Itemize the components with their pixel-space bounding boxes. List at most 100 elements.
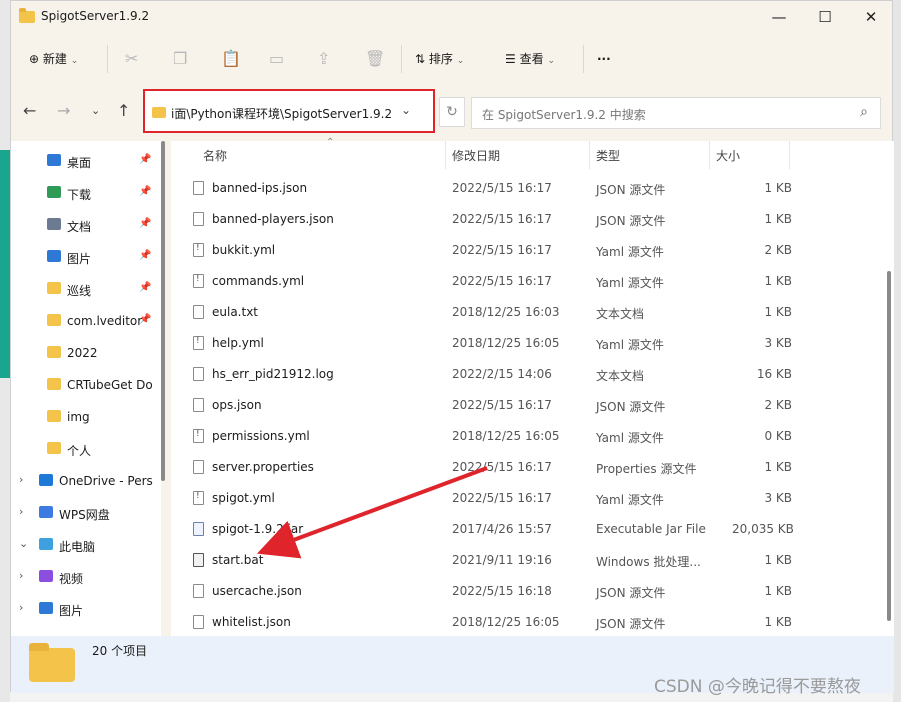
view-button[interactable]: ☰ 查看 ⌄ [505, 47, 555, 71]
column-header-size[interactable]: 大小 [716, 147, 740, 164]
pin-icon[interactable]: 📌 [139, 250, 151, 261]
sidebar-item-label: 图片 [59, 604, 84, 618]
column-divider[interactable] [789, 141, 790, 169]
file-row[interactable]: banned-players.json 2022/5/15 16:17 JSON 源… [171, 204, 881, 235]
file-name: commands.yml [212, 274, 305, 288]
sidebar-item[interactable]: 下载 📌 [11, 177, 161, 209]
recent-locations-chevron-icon[interactable]: ⌄ [91, 104, 100, 117]
file-type: JSON 源文件 [596, 400, 666, 414]
column-divider[interactable] [445, 141, 446, 169]
address-bar[interactable]: i面\Python课程环境\SpigotServer1.9.2 ⌄ [143, 89, 435, 133]
file-row[interactable]: spigot.yml 2022/5/15 16:17 Yaml 源文件 3 KB [171, 483, 881, 514]
sidebar-item[interactable]: img [11, 401, 161, 433]
watermark: CSDN @今晚记得不要熬夜 [654, 677, 861, 697]
file-row[interactable]: eula.txt 2018/12/25 16:03 文本文档 1 KB [171, 297, 881, 328]
pin-icon[interactable]: 📌 [139, 314, 151, 325]
sort-button[interactable]: ⇅ 排序 ⌄ [415, 47, 464, 71]
delete-icon[interactable]: 🗑 [365, 47, 385, 71]
paste-icon[interactable]: 📋 [221, 47, 241, 71]
file-date: 2022/5/15 16:17 [452, 491, 552, 505]
file-size: 3 KB [764, 336, 792, 350]
file-size: 1 KB [764, 460, 792, 474]
file-type: 文本文档 [596, 307, 645, 321]
rename-icon[interactable]: ▭ [269, 47, 284, 71]
plus-icon: ⊕ [29, 52, 40, 66]
sidebar-item[interactable]: com.lveditor 📌 [11, 305, 161, 337]
sidebar-item[interactable]: › OneDrive - Pers [11, 465, 161, 497]
new-button-label: 新建 [42, 52, 67, 66]
column-divider[interactable] [709, 141, 710, 169]
column-divider[interactable] [589, 141, 590, 169]
command-bar: ⊕ 新建 ⌄ ✂ ❐ 📋 ▭ ⇪ 🗑 ⇅ 排序 ⌄ ☰ 查看 ⌄ ··· [11, 39, 894, 79]
sidebar-item[interactable]: 2022 [11, 337, 161, 369]
expand-chevron-icon[interactable]: ⌄ [19, 537, 28, 550]
sidebar-item[interactable]: 桌面 📌 [11, 145, 161, 177]
file-row[interactable]: ops.json 2022/5/15 16:17 JSON 源文件 2 KB [171, 390, 881, 421]
column-header-date[interactable]: 修改日期 [452, 147, 500, 164]
file-size: 1 KB [764, 615, 792, 629]
file-row[interactable]: start.bat 2021/9/11 19:16 Windows 批处理... 1 … [171, 545, 881, 576]
file-size: 0 KB [764, 429, 792, 443]
pin-icon[interactable]: 📌 [139, 154, 151, 165]
sidebar-item[interactable]: 文档 📌 [11, 209, 161, 241]
file-row[interactable]: bukkit.yml 2022/5/15 16:17 Yaml 源文件 2 KB [171, 235, 881, 266]
sidebar-item[interactable]: › 视频 [11, 561, 161, 593]
sidebar-item[interactable]: 巡线 📌 [11, 273, 161, 305]
sidebar-item[interactable]: CRTubeGet Do [11, 369, 161, 401]
pin-icon[interactable]: 📌 [139, 282, 151, 293]
file-row[interactable]: server.properties 2022/5/15 16:17 Properti… [171, 452, 881, 483]
file-list-scrollbar[interactable] [887, 271, 891, 621]
file-size: 2 KB [764, 243, 792, 257]
title-bar: SpigotServer1.9.2 — ☐ ✕ [11, 1, 894, 33]
view-button-label: 查看 [519, 52, 544, 66]
file-name: server.properties [212, 460, 314, 474]
file-size: 3 KB [764, 491, 792, 505]
expand-chevron-icon[interactable]: › [19, 473, 23, 486]
maximize-button[interactable]: ☐ [802, 1, 848, 33]
sidebar-item-label: WPS网盘 [59, 508, 110, 522]
expand-chevron-icon[interactable]: › [19, 601, 23, 614]
address-row: ← → ⌄ ↑ i面\Python课程环境\SpigotServer1.9.2 … [11, 89, 894, 137]
minimize-button[interactable]: — [756, 1, 802, 33]
cut-icon[interactable]: ✂ [125, 47, 138, 71]
column-header-name[interactable]: 名称 [203, 147, 227, 164]
file-row[interactable]: commands.yml 2022/5/15 16:17 Yaml 源文件 1 KB [171, 266, 881, 297]
expand-chevron-icon[interactable]: › [19, 505, 23, 518]
navigation-pane-scrollbar[interactable] [161, 141, 165, 481]
share-icon[interactable]: ⇪ [317, 47, 330, 71]
back-arrow-icon[interactable]: ← [23, 101, 36, 120]
file-row[interactable]: permissions.yml 2018/12/25 16:05 Yaml 源文件 0… [171, 421, 881, 452]
sidebar-item[interactable]: › 图片 [11, 593, 161, 625]
expand-chevron-icon[interactable]: › [19, 569, 23, 582]
file-row[interactable]: usercache.json 2022/5/15 16:18 JSON 源文件 1 K… [171, 576, 881, 607]
background-window-strip [0, 0, 10, 702]
sidebar-item[interactable]: ⌄ 此电脑 [11, 529, 161, 561]
file-icon [193, 491, 204, 505]
forward-arrow-icon[interactable]: → [57, 101, 70, 120]
file-row[interactable]: banned-ips.json 2022/5/15 16:17 JSON 源文件 1 … [171, 173, 881, 204]
new-button[interactable]: ⊕ 新建 ⌄ [29, 47, 78, 71]
search-icon: ⌕ [860, 104, 868, 120]
close-button[interactable]: ✕ [848, 1, 894, 33]
chevron-down-icon[interactable]: ⌄ [401, 103, 411, 117]
pin-icon[interactable]: 📌 [139, 186, 151, 197]
file-row[interactable]: hs_err_pid21912.log 2022/2/15 14:06 文本文档 16… [171, 359, 881, 390]
file-row[interactable]: whitelist.json 2018/12/25 16:05 JSON 源文件 1 … [171, 607, 881, 638]
sidebar-item[interactable]: 图片 📌 [11, 241, 161, 273]
file-icon [193, 553, 204, 567]
copy-icon[interactable]: ❐ [173, 47, 187, 71]
pin-icon[interactable]: 📌 [139, 218, 151, 229]
sidebar-item[interactable]: › WPS网盘 [11, 497, 161, 529]
folder-icon [47, 442, 61, 454]
file-icon [193, 398, 204, 412]
file-row[interactable]: spigot-1.9.2.jar 2017/4/26 15:57 Executabl… [171, 514, 881, 545]
file-row[interactable]: help.yml 2018/12/25 16:05 Yaml 源文件 3 KB [171, 328, 881, 359]
sidebar-item[interactable]: 个人 [11, 433, 161, 465]
refresh-button[interactable]: ↻ [439, 97, 465, 127]
column-header-type[interactable]: 类型 [596, 147, 620, 164]
sidebar-item-label: 下载 [67, 188, 92, 202]
search-input[interactable]: 在 SpigotServer1.9.2 中搜索 ⌕ [471, 97, 881, 129]
file-size: 1 KB [764, 584, 792, 598]
up-arrow-icon[interactable]: ↑ [117, 101, 130, 120]
more-options-button[interactable]: ··· [597, 47, 611, 71]
